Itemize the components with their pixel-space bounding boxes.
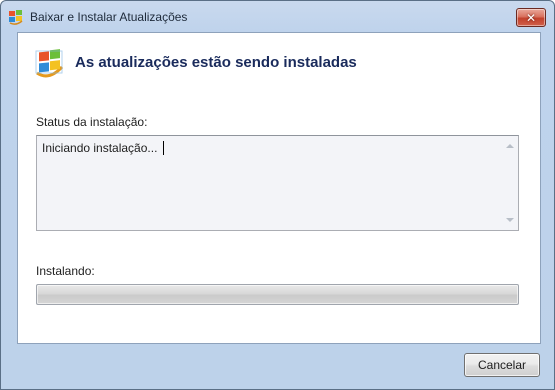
scroll-down-arrow-icon[interactable]	[506, 218, 514, 222]
cancel-button[interactable]: Cancelar	[464, 353, 540, 377]
status-label: Status da instalação:	[36, 115, 148, 129]
windows-update-icon	[35, 49, 64, 78]
windows-update-icon	[9, 10, 23, 25]
page-title: As atualizações estão sendo instaladas	[75, 54, 357, 71]
progress-label: Instalando:	[36, 264, 95, 278]
install-progress-bar	[36, 284, 519, 305]
status-text-value: Iniciando instalação...	[42, 141, 158, 155]
update-dialog-window: Baixar e Instalar Atualizações ✕ As atua…	[0, 0, 555, 390]
dialog-footer: Cancelar	[1, 343, 554, 389]
text-caret	[163, 141, 165, 155]
title-bar[interactable]: Baixar e Instalar Atualizações ✕	[1, 1, 554, 31]
close-icon: ✕	[525, 10, 537, 25]
dialog-content: As atualizações estão sendo instaladas S…	[17, 32, 541, 344]
close-button[interactable]: ✕	[516, 8, 546, 27]
vertical-scrollbar[interactable]	[502, 136, 518, 230]
window-title: Baixar e Instalar Atualizações	[30, 10, 188, 24]
scroll-up-arrow-icon[interactable]	[506, 144, 514, 148]
status-text: Iniciando instalação...	[42, 141, 165, 155]
status-textbox[interactable]: Iniciando instalação...	[36, 135, 519, 231]
